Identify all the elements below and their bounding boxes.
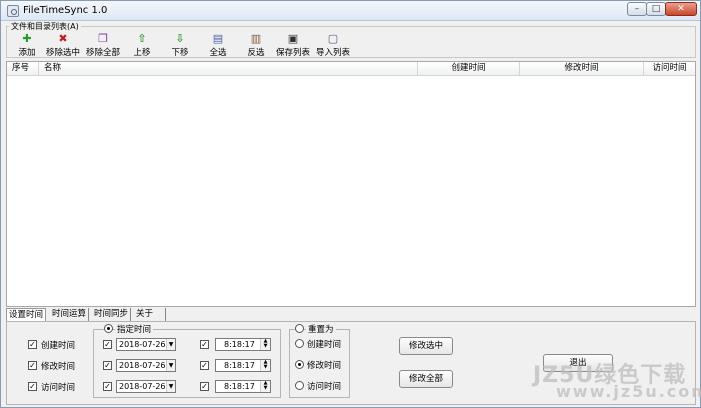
chevron-down-icon[interactable]: ▼ xyxy=(166,339,175,350)
toolbar-button-1[interactable]: ✖ 移除选中 xyxy=(45,33,81,59)
toolbar-button-0[interactable]: ✚ 添加 xyxy=(14,33,40,59)
arrow-down-icon: ⇩ xyxy=(175,32,185,45)
spin-arrows-icon[interactable]: ▲ ▼ xyxy=(260,360,270,371)
reset-modified-radio[interactable] xyxy=(295,360,304,369)
modify-all-button[interactable]: 修改全部 xyxy=(399,370,453,388)
toolbar-button-3[interactable]: ⇧ 上移 xyxy=(129,33,155,59)
toolbar-button-label: 保存列表 xyxy=(275,48,310,58)
date-picker-3[interactable]: 2018-07-26 ▼ xyxy=(116,380,176,393)
created-time-checkbox[interactable]: ✓ xyxy=(28,340,37,349)
reset-created-label: 创建时间 xyxy=(307,340,342,350)
date-checkbox-2[interactable]: ✓ xyxy=(103,361,112,370)
save-disk-icon: ▣ xyxy=(287,32,299,45)
app-clock-icon xyxy=(7,5,19,17)
site-watermark-url: www.jz5u.com xyxy=(556,382,701,401)
toolbar-button-8[interactable]: ▢ 导入列表 xyxy=(315,33,351,59)
toolbar-button-label: 移除全部 xyxy=(85,48,120,58)
time-checkbox-3[interactable]: ✓ xyxy=(200,382,209,391)
time-value-3: 8:18:17 xyxy=(224,382,255,391)
spin-arrows-icon[interactable]: ▲ ▼ xyxy=(260,339,270,350)
column-header-name[interactable]: 名称 xyxy=(39,62,418,76)
modified-time-checkbox[interactable]: ✓ xyxy=(28,361,37,370)
reset-to-title: 重置为 xyxy=(306,323,336,335)
tab-set-time[interactable]: 设置时间 xyxy=(6,308,47,321)
reset-accessed-radio[interactable] xyxy=(295,381,304,390)
time-value-1: 8:18:17 xyxy=(224,340,255,349)
chevron-down-icon[interactable]: ▼ xyxy=(166,360,175,371)
date-value-2: 2018-07-26 xyxy=(119,361,166,370)
toolbar-button-label: 添加 xyxy=(18,48,36,58)
date-value-3: 2018-07-26 xyxy=(119,382,166,391)
time-picker-1[interactable]: 8:18:17 ▲ ▼ xyxy=(215,338,271,351)
date-value-1: 2018-07-26 xyxy=(119,340,166,349)
date-checkbox-3[interactable]: ✓ xyxy=(103,382,112,391)
reset-accessed-label: 访问时间 xyxy=(307,382,342,392)
reset-to-radio[interactable] xyxy=(295,324,304,333)
column-header-accessed[interactable]: 访问时间 xyxy=(644,62,695,76)
specified-time-radio[interactable] xyxy=(104,324,113,333)
close-button[interactable]: ✕ xyxy=(665,2,697,16)
document-invert-icon: ▥ xyxy=(250,32,262,45)
toolbar-button-label: 全选 xyxy=(209,48,227,58)
modify-selected-button[interactable]: 修改选中 xyxy=(399,337,453,355)
tab-time-sync[interactable]: 时间同步 xyxy=(92,308,132,321)
tab-time-calc[interactable]: 时间运算 xyxy=(50,308,90,321)
toolbar-button-label: 上移 xyxy=(133,48,151,58)
main-window: FileTimeSync 1.0 – □ ✕ 文件和目录列表(A) ✚ 添加 ✖ 移除… xyxy=(0,0,701,408)
plus-icon: ✚ xyxy=(22,32,32,45)
toolbar-button-6[interactable]: ▥ 反选 xyxy=(243,33,269,59)
tab-about[interactable]: 关于 xyxy=(134,308,166,321)
minimize-button[interactable]: – xyxy=(627,2,647,16)
column-header-index[interactable]: 序号 xyxy=(7,62,39,76)
toolbar-button-7[interactable]: ▣ 保存列表 xyxy=(275,33,311,59)
toolbar-button-label: 下移 xyxy=(171,48,189,58)
remove-all-icon: ❐ xyxy=(98,32,108,45)
toolbar-button-label: 移除选中 xyxy=(45,48,80,58)
time-value-2: 8:18:17 xyxy=(224,361,255,370)
toolbar-button-5[interactable]: ▤ 全选 xyxy=(205,33,231,59)
column-header-created[interactable]: 创建时间 xyxy=(418,62,520,76)
title-bar: FileTimeSync 1.0 – □ ✕ xyxy=(1,1,700,21)
created-time-label: 创建时间 xyxy=(41,341,76,351)
remove-x-icon: ✖ xyxy=(58,32,68,45)
file-list-group-title: 文件和目录列表(A) xyxy=(9,21,81,32)
tab-strip: 设置时间 时间运算 时间同步 关于 xyxy=(6,308,696,322)
toolbar-button-4[interactable]: ⇩ 下移 xyxy=(167,33,193,59)
reset-modified-label: 修改时间 xyxy=(307,361,342,371)
date-checkbox-1[interactable]: ✓ xyxy=(103,340,112,349)
time-picker-3[interactable]: 8:18:17 ▲ ▼ xyxy=(215,380,271,393)
spin-arrows-icon[interactable]: ▲ ▼ xyxy=(260,381,270,392)
arrow-up-icon: ⇧ xyxy=(137,32,147,45)
column-header-modified[interactable]: 修改时间 xyxy=(520,62,644,76)
date-picker-1[interactable]: 2018-07-26 ▼ xyxy=(116,338,176,351)
reset-created-radio[interactable] xyxy=(295,339,304,348)
maximize-button[interactable]: □ xyxy=(646,2,666,16)
toolbar-button-2[interactable]: ❐ 移除全部 xyxy=(85,33,121,59)
import-document-icon: ▢ xyxy=(327,32,339,45)
accessed-time-checkbox[interactable]: ✓ xyxy=(28,382,37,391)
toolbar-button-label: 导入列表 xyxy=(315,48,350,58)
toolbar-button-label: 反选 xyxy=(247,48,265,58)
window-title: FileTimeSync 1.0 xyxy=(23,5,108,16)
date-picker-2[interactable]: 2018-07-26 ▼ xyxy=(116,359,176,372)
modified-time-label: 修改时间 xyxy=(41,362,76,372)
accessed-time-label: 访问时间 xyxy=(41,383,76,393)
specified-time-title: 指定时间 xyxy=(115,323,154,335)
time-checkbox-1[interactable]: ✓ xyxy=(200,340,209,349)
time-picker-2[interactable]: 8:18:17 ▲ ▼ xyxy=(215,359,271,372)
chevron-down-icon[interactable]: ▼ xyxy=(166,381,175,392)
file-list[interactable]: 序号 名称 创建时间 修改时间 访问时间 xyxy=(6,61,696,307)
time-checkbox-2[interactable]: ✓ xyxy=(200,361,209,370)
document-select-all-icon: ▤ xyxy=(212,32,224,45)
list-header: 序号 名称 创建时间 修改时间 访问时间 xyxy=(7,62,695,76)
